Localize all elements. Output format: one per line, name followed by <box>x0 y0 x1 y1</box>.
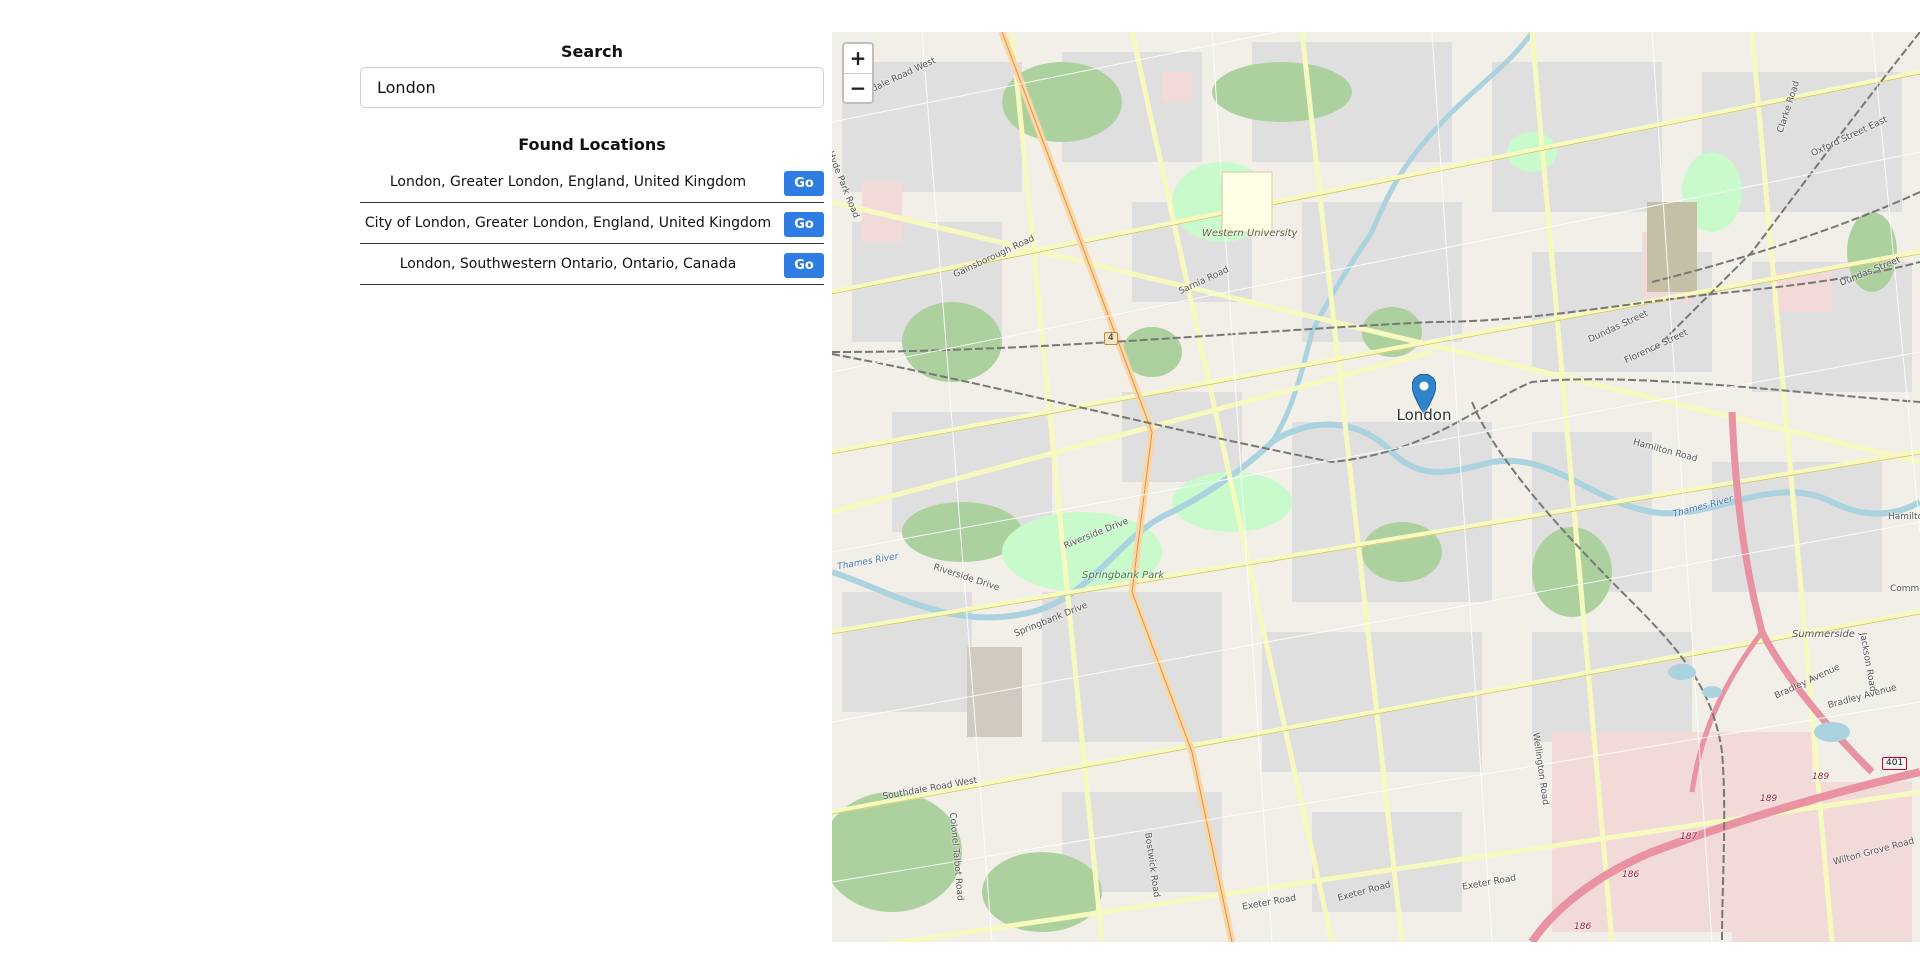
result-label: London, Greater London, England, United … <box>389 174 747 190</box>
park-label: Springbank Park <box>1082 570 1165 581</box>
neighbourhood-label: Summerside <box>1792 629 1855 640</box>
exit-number: 189 <box>1812 772 1830 782</box>
highway-shield: 4 <box>1104 332 1118 345</box>
zoom-in-button[interactable]: + <box>844 44 872 74</box>
street-label: Hamilton <box>1888 512 1920 522</box>
result-label: City of London, Greater London, England,… <box>364 215 772 231</box>
city-label: London <box>1396 406 1452 424</box>
street-label: Commi <box>1890 584 1920 594</box>
map-tiles[interactable] <box>832 32 1920 942</box>
search-input[interactable] <box>360 67 824 108</box>
highway-shield: 401 <box>1882 757 1908 770</box>
results-list: London, Greater London, England, United … <box>360 162 824 285</box>
go-button[interactable]: Go <box>784 253 824 278</box>
search-panel: Search Found Locations London, Greater L… <box>360 36 824 285</box>
result-label: London, Southwestern Ontario, Ontario, C… <box>399 256 737 272</box>
search-heading: Search <box>561 42 623 61</box>
map-view[interactable]: Oxford Street East Dundas Street Dundas … <box>832 32 1920 942</box>
go-button[interactable]: Go <box>784 171 824 196</box>
exit-number: 186 <box>1622 870 1640 880</box>
zoom-control: + − <box>842 42 874 104</box>
result-row: London, Greater London, England, United … <box>360 162 824 203</box>
result-row: London, Southwestern Ontario, Ontario, C… <box>360 244 824 285</box>
zoom-out-button[interactable]: − <box>844 74 872 103</box>
app-root: Search Found Locations London, Greater L… <box>0 0 1920 975</box>
result-row: City of London, Greater London, England,… <box>360 203 824 244</box>
go-button[interactable]: Go <box>784 212 824 237</box>
exit-number: 189 <box>1760 794 1778 804</box>
exit-number: 186 <box>1574 922 1592 932</box>
university-label: Western University <box>1202 228 1298 239</box>
exit-number: 187 <box>1680 832 1698 842</box>
found-locations-heading: Found Locations <box>518 135 666 154</box>
